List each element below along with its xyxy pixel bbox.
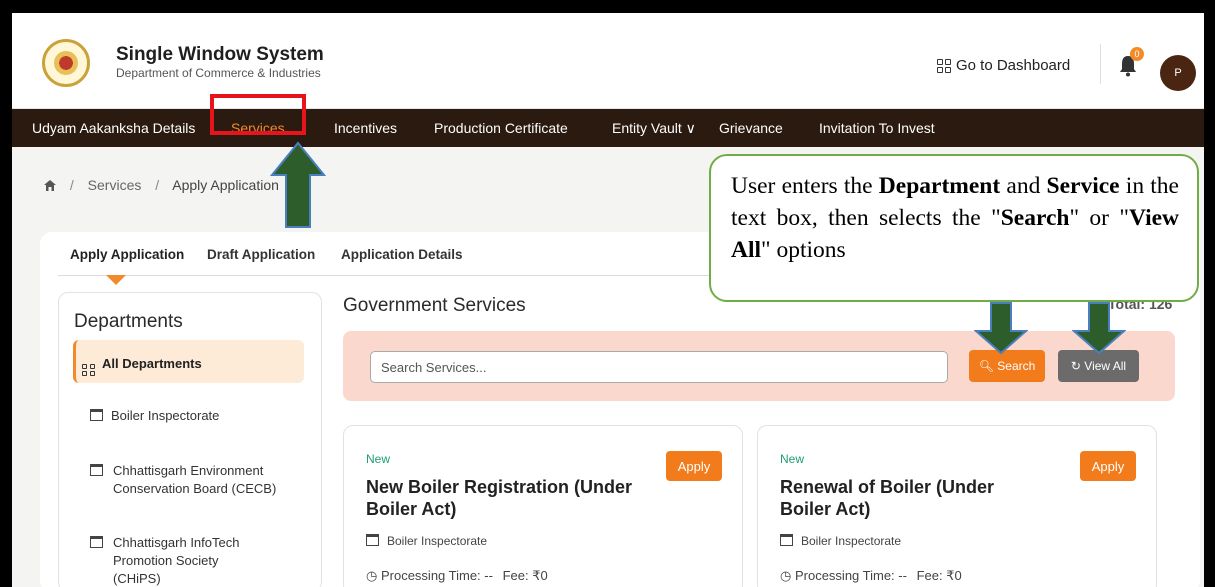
down-arrow-icon: [1072, 302, 1126, 355]
all-departments-label: All Departments: [82, 356, 202, 376]
dept-item-cecb[interactable]: Chhattisgarh Environment Conservation Bo…: [90, 462, 276, 502]
dept-label: Chhattisgarh Environment Conservation Bo…: [113, 463, 277, 496]
service-fee: Fee: ₹0: [916, 568, 962, 583]
app-subtitle: Department of Commerce & Industries: [116, 66, 321, 80]
dept-label: Chhattisgarh InfoTech Promotion Society …: [113, 535, 240, 586]
departments-title: Departments: [74, 311, 183, 332]
dept-item-chips[interactable]: Chhattisgarh InfoTech Promotion Society …: [90, 534, 239, 586]
government-emblem-logo: [42, 39, 90, 87]
services-highlight-box: [210, 94, 306, 135]
processing-time: Processing Time: --: [794, 568, 907, 583]
breadcrumb: / Services / Apply Application: [44, 177, 279, 193]
home-icon[interactable]: [44, 177, 60, 193]
callout-text: " or ": [1069, 205, 1129, 231]
active-tab-indicator: [106, 275, 126, 285]
service-department: Boiler Inspectorate: [780, 534, 901, 548]
service-name: Renewal of Boiler (Under Boiler Act): [780, 477, 995, 519]
nav-bar: Udyam Aakanksha Details Services Incenti…: [12, 109, 1204, 147]
processing-time: Processing Time: --: [380, 568, 493, 583]
search-icon: 🔍︎: [978, 359, 994, 373]
instruction-callout: User enters the Department and Service i…: [709, 154, 1199, 302]
dept-item-boiler-inspectorate[interactable]: Boiler Inspectorate: [90, 407, 219, 425]
view-all-button-label: View All: [1084, 359, 1127, 373]
nav-incentives[interactable]: Incentives: [334, 120, 397, 136]
breadcrumb-separator: /: [69, 177, 74, 193]
search-button-label: Search: [997, 359, 1036, 373]
nav-entity-vault[interactable]: Entity Vault ∨: [612, 120, 696, 137]
tab-draft-application[interactable]: Draft Application: [207, 247, 315, 262]
grid-icon: [82, 364, 96, 376]
all-departments-text: All Departments: [102, 356, 202, 371]
callout-bold-department: Department: [878, 173, 1001, 199]
tab-application-details[interactable]: Application Details: [341, 247, 463, 262]
clock-icon: ◷: [366, 568, 378, 583]
breadcrumb-services[interactable]: Services: [88, 177, 142, 193]
notification-count-badge: 0: [1130, 47, 1144, 61]
nav-production-certificate[interactable]: Production Certificate: [434, 120, 568, 136]
header-divider: [1100, 44, 1101, 84]
service-card: New Apply Renewal of Boiler (Under Boile…: [757, 425, 1157, 587]
apply-button[interactable]: Apply: [1080, 451, 1136, 481]
breadcrumb-separator: /: [155, 177, 160, 193]
service-department: Boiler Inspectorate: [366, 534, 487, 548]
service-meta: ◷ Processing Time: -- Fee: ₹0: [366, 568, 548, 584]
service-fee: Fee: ₹0: [502, 568, 548, 583]
dashboard-label: Go to Dashboard: [956, 57, 1071, 74]
new-badge: New: [366, 452, 391, 466]
down-arrow-icon: [974, 302, 1028, 355]
tab-apply-application[interactable]: Apply Application: [70, 247, 184, 262]
callout-bold-service: Service: [1046, 173, 1120, 199]
building-icon: [366, 534, 379, 546]
breadcrumb-apply-application: Apply Application: [172, 177, 279, 193]
clock-icon: ◷: [780, 568, 792, 583]
nav-invitation-to-invest[interactable]: Invitation To Invest: [819, 120, 935, 136]
apply-button[interactable]: Apply: [666, 451, 722, 481]
refresh-icon: ↻: [1070, 359, 1081, 373]
header: Single Window System Department of Comme…: [12, 13, 1204, 109]
callout-bold-search: Search: [1000, 205, 1070, 231]
go-to-dashboard-link[interactable]: Go to Dashboard: [937, 57, 1070, 74]
service-meta: ◷ Processing Time: -- Fee: ₹0: [780, 568, 962, 584]
callout-text: User enters the: [731, 173, 879, 199]
search-services-input[interactable]: [370, 351, 948, 383]
government-services-title: Government Services: [343, 295, 526, 316]
up-arrow-icon: [270, 141, 326, 228]
nav-udyam-aakanksha-details[interactable]: Udyam Aakanksha Details: [32, 120, 195, 136]
app-title: Single Window System: [116, 44, 324, 65]
dashboard-grid-icon: [937, 58, 951, 73]
service-department-label: Boiler Inspectorate: [387, 534, 488, 548]
building-icon: [780, 534, 793, 546]
user-avatar[interactable]: P: [1160, 55, 1196, 91]
service-card: New Apply New Boiler Registration (Under…: [343, 425, 743, 587]
building-icon: [90, 536, 103, 548]
callout-text: " options: [761, 237, 846, 263]
service-department-label: Boiler Inspectorate: [801, 534, 902, 548]
building-icon: [90, 464, 103, 476]
callout-text: and: [1000, 173, 1047, 199]
new-badge: New: [780, 452, 805, 466]
nav-grievance[interactable]: Grievance: [719, 120, 783, 136]
dept-label: Boiler Inspectorate: [111, 408, 220, 423]
building-icon: [90, 409, 103, 421]
service-name: New Boiler Registration (Under Boiler Ac…: [366, 477, 633, 519]
